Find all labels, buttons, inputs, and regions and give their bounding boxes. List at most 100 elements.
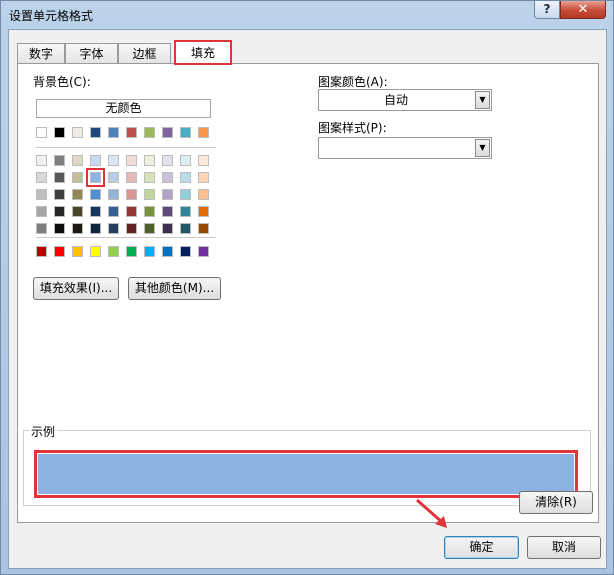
color-swatch[interactable]	[180, 206, 191, 217]
color-swatch[interactable]	[36, 189, 47, 200]
color-swatch[interactable]	[108, 189, 119, 200]
color-swatch[interactable]	[108, 223, 119, 234]
tab-border[interactable]: 边框	[118, 43, 171, 64]
color-swatch[interactable]	[144, 189, 155, 200]
color-swatch[interactable]	[72, 127, 83, 138]
color-swatch[interactable]	[36, 155, 47, 166]
chevron-down-icon[interactable]: ▼	[475, 91, 490, 109]
color-swatch[interactable]	[198, 223, 209, 234]
background-color-label: 背景色(C):	[33, 75, 91, 89]
color-swatch[interactable]	[90, 189, 101, 200]
sample-label: 示例	[29, 423, 58, 440]
tab-fill[interactable]: 填充	[174, 40, 232, 65]
color-swatch[interactable]	[144, 172, 155, 183]
color-swatch[interactable]	[72, 206, 83, 217]
color-swatch[interactable]	[72, 172, 83, 183]
color-swatch[interactable]	[54, 223, 65, 234]
pattern-color-label: 图案颜色(A):	[318, 75, 388, 89]
sample-group: 示例	[23, 423, 591, 506]
color-swatch[interactable]	[108, 127, 119, 138]
color-swatch[interactable]	[162, 155, 173, 166]
swatch-separator	[36, 237, 216, 238]
color-swatch[interactable]	[72, 155, 83, 166]
color-swatch[interactable]	[54, 172, 65, 183]
format-cells-dialog: 设置单元格格式 ? ✕ 数字 字体 边框 填充 背景色(C): 无颜色 填充效果…	[0, 0, 614, 575]
color-swatch[interactable]	[36, 223, 47, 234]
color-swatch[interactable]	[36, 127, 47, 138]
dialog-title: 设置单元格格式	[9, 9, 94, 23]
color-swatch[interactable]	[198, 155, 209, 166]
help-button[interactable]: ?	[534, 1, 560, 19]
color-swatch[interactable]	[72, 223, 83, 234]
color-swatch[interactable]	[126, 206, 137, 217]
color-swatch[interactable]	[126, 246, 137, 257]
color-swatch[interactable]	[144, 206, 155, 217]
color-swatch[interactable]	[180, 127, 191, 138]
color-swatch[interactable]	[90, 127, 101, 138]
color-swatch[interactable]	[126, 127, 137, 138]
color-swatch[interactable]	[36, 172, 47, 183]
color-swatch[interactable]	[162, 223, 173, 234]
pattern-color-value: 自动	[383, 93, 408, 107]
color-swatch[interactable]	[126, 223, 137, 234]
color-swatch[interactable]	[198, 189, 209, 200]
pattern-color-select[interactable]: 自动 ▼	[318, 89, 492, 111]
color-swatch[interactable]	[54, 246, 65, 257]
color-swatch[interactable]	[162, 246, 173, 257]
color-swatch[interactable]	[90, 155, 101, 166]
color-swatch[interactable]	[180, 223, 191, 234]
fill-panel: 背景色(C): 无颜色 填充效果(I)... 其他颜色(M)... 图案颜色(A…	[17, 63, 599, 523]
color-swatch[interactable]	[36, 206, 47, 217]
color-swatch[interactable]	[144, 127, 155, 138]
chevron-down-icon[interactable]: ▼	[475, 139, 490, 157]
color-swatch[interactable]	[108, 172, 119, 183]
dialog-body: 数字 字体 边框 填充 背景色(C): 无颜色 填充效果(I)... 其他颜色(…	[8, 29, 607, 569]
color-swatch[interactable]	[90, 223, 101, 234]
clear-button[interactable]: 清除(R)	[519, 491, 593, 514]
color-swatch[interactable]	[72, 246, 83, 257]
tab-number[interactable]: 数字	[17, 43, 65, 64]
color-swatch[interactable]	[198, 246, 209, 257]
color-swatch[interactable]	[126, 155, 137, 166]
color-swatch[interactable]	[144, 246, 155, 257]
color-swatch[interactable]	[144, 223, 155, 234]
color-swatch[interactable]	[180, 246, 191, 257]
color-swatch[interactable]	[126, 189, 137, 200]
color-swatch[interactable]	[198, 206, 209, 217]
color-swatch[interactable]	[54, 155, 65, 166]
cancel-button[interactable]: 取消	[527, 536, 601, 559]
no-color-button[interactable]: 无颜色	[36, 99, 211, 118]
color-swatch[interactable]	[90, 206, 101, 217]
color-swatch[interactable]	[162, 206, 173, 217]
title-bar: 设置单元格格式 ? ✕	[1, 1, 613, 29]
color-swatch[interactable]	[162, 127, 173, 138]
close-button[interactable]: ✕	[560, 1, 606, 19]
pattern-style-select[interactable]: ▼	[318, 137, 492, 159]
color-swatch[interactable]	[198, 127, 209, 138]
fill-effects-button[interactable]: 填充效果(I)...	[33, 277, 119, 300]
color-swatch[interactable]	[126, 172, 137, 183]
color-swatch[interactable]	[108, 155, 119, 166]
color-swatch[interactable]	[180, 189, 191, 200]
color-swatch[interactable]	[180, 172, 191, 183]
color-swatch[interactable]	[54, 206, 65, 217]
ok-button[interactable]: 确定	[444, 536, 519, 559]
tab-font[interactable]: 字体	[65, 43, 118, 64]
color-swatch[interactable]	[36, 246, 47, 257]
color-swatch-selected[interactable]	[86, 168, 105, 187]
color-swatch[interactable]	[90, 246, 101, 257]
annotation-arrow-icon	[416, 498, 447, 528]
color-swatch[interactable]	[54, 189, 65, 200]
color-swatch[interactable]	[162, 189, 173, 200]
more-colors-button[interactable]: 其他颜色(M)...	[128, 277, 221, 300]
sample-preview	[34, 450, 578, 498]
color-swatch[interactable]	[180, 155, 191, 166]
color-swatch[interactable]	[72, 189, 83, 200]
color-swatch[interactable]	[144, 155, 155, 166]
color-swatch[interactable]	[198, 172, 209, 183]
color-swatch[interactable]	[108, 246, 119, 257]
color-swatch[interactable]	[162, 172, 173, 183]
color-swatch[interactable]	[54, 127, 65, 138]
swatch-separator	[36, 147, 216, 148]
color-swatch[interactable]	[108, 206, 119, 217]
